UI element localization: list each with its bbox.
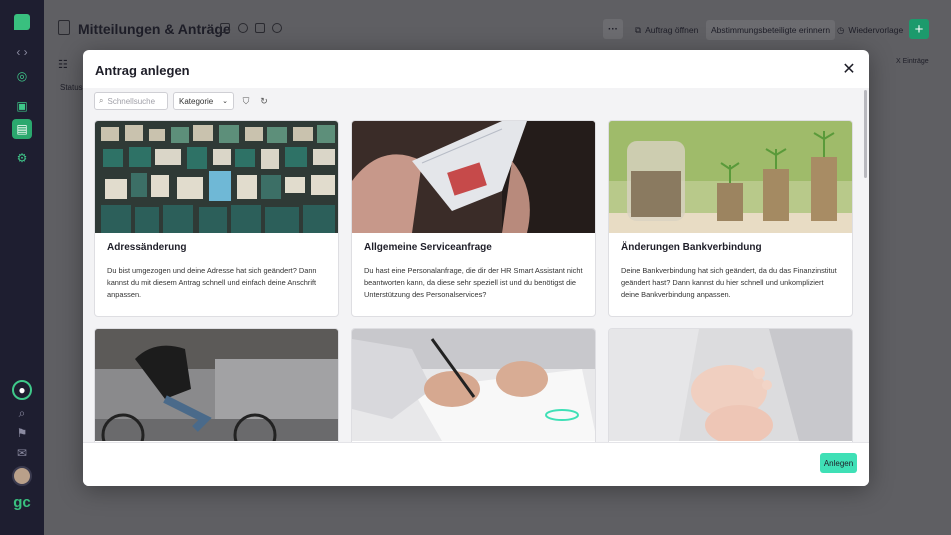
- page-title: Mitteilungen & Anträge: [78, 21, 231, 37]
- dialog-title: Antrag anlegen: [95, 63, 190, 78]
- baby-feet-image: [609, 329, 852, 441]
- download-icon[interactable]: [220, 23, 230, 33]
- dialog-footer: [83, 442, 869, 486]
- assistant-icon[interactable]: ●: [12, 380, 32, 400]
- app-rail: ‹ › ◎ ▣ ▤ ⚙ ● ⌕ ⚑ ✉ gc: [0, 0, 44, 535]
- app-logo-icon: [14, 14, 30, 30]
- list-view-icon[interactable]: ☷: [58, 58, 68, 71]
- card-title: Änderungen Bankverbindung: [621, 242, 762, 253]
- settings-icon[interactable]: ⚙: [12, 148, 32, 168]
- card-description: Du hast eine Personalanfrage, die dir de…: [364, 266, 583, 299]
- avatar[interactable]: [12, 466, 32, 486]
- chevron-down-icon: ⌄: [222, 98, 228, 105]
- info-icon[interactable]: [272, 23, 282, 33]
- close-icon[interactable]: ✕: [841, 62, 857, 78]
- entries-count: X Einträge: [896, 58, 929, 65]
- category-label: Kategorie: [179, 96, 214, 106]
- search-icon: ⌕: [99, 96, 104, 105]
- more-button[interactable]: ···: [603, 19, 623, 39]
- resubmit-button[interactable]: ◷ Wiedervorlage: [832, 20, 908, 40]
- document-icon: [58, 20, 70, 35]
- add-button[interactable]: +: [909, 19, 929, 39]
- mailboxes-image: [95, 121, 338, 233]
- share-icon[interactable]: [238, 23, 248, 33]
- request-card-bank-details[interactable]: Änderungen Bankverbindung Deine Bankverb…: [608, 120, 853, 317]
- clipboard-icon[interactable]: ▣: [12, 96, 32, 116]
- bookmark-icon[interactable]: ⚑: [12, 423, 32, 443]
- documents-icon[interactable]: ▤: [12, 119, 32, 139]
- search-input[interactable]: [107, 96, 160, 106]
- remind-button[interactable]: Abstimmungsbeteiligte erinnern: [706, 20, 836, 40]
- status-label: Status: [60, 83, 83, 92]
- request-card-service-request[interactable]: Allgemeine Serviceanfrage Du hast eine P…: [351, 120, 596, 317]
- cyclist-image: [95, 329, 338, 441]
- signing-image: [352, 329, 595, 441]
- chat-icon[interactable]: ◎: [12, 66, 32, 86]
- reset-icon[interactable]: ↻: [259, 96, 269, 106]
- card-title: Adressänderung: [107, 242, 187, 253]
- create-request-dialog: Antrag anlegen ✕ ⌕ Kategorie ⌄ ⛉ ↻ Adres…: [83, 50, 869, 486]
- card-description: Du bist umgezogen und deine Adresse hat …: [107, 266, 317, 299]
- category-select[interactable]: Kategorie ⌄: [173, 92, 234, 110]
- coins-image: [609, 121, 852, 233]
- request-card-address-change[interactable]: Adressänderung Du bist umgezogen und dei…: [94, 120, 339, 317]
- open-request-button[interactable]: ⧉ Auftrag öffnen: [630, 20, 703, 40]
- search-icon[interactable]: ⌕: [12, 403, 32, 423]
- inbox-icon[interactable]: ✉: [12, 443, 32, 463]
- dialog-scrollbar[interactable]: [864, 90, 867, 178]
- nav-arrows-icon[interactable]: ‹ ›: [12, 42, 32, 62]
- envelope-image: [352, 121, 595, 233]
- card-description: Deine Bankverbindung hat sich geändert, …: [621, 266, 837, 299]
- search-field[interactable]: ⌕: [94, 92, 168, 110]
- card-title: Allgemeine Serviceanfrage: [364, 242, 492, 253]
- filter-icon[interactable]: ⛉: [241, 96, 251, 106]
- brand-logo: gc: [13, 493, 31, 511]
- bookmark-page-icon[interactable]: [255, 23, 265, 33]
- create-button[interactable]: Anlegen: [820, 453, 857, 473]
